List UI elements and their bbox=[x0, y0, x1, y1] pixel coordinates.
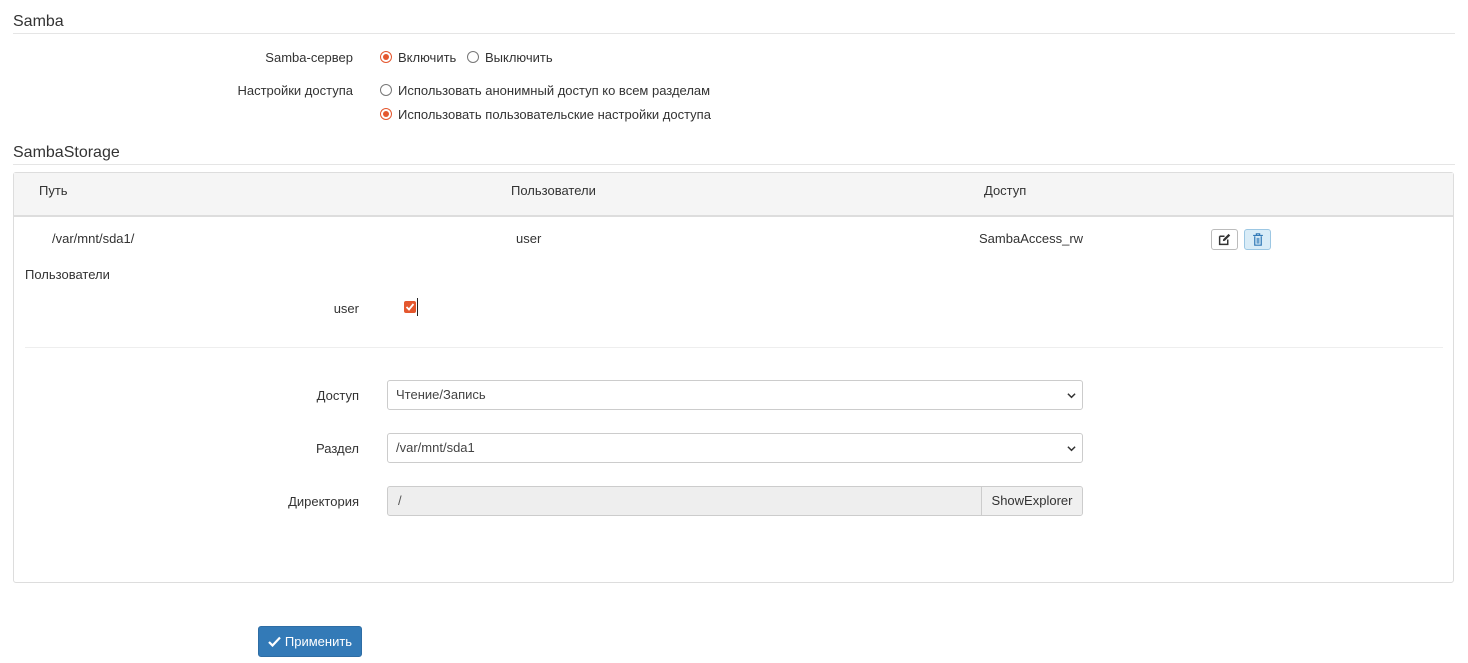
chevron-down-icon bbox=[1067, 393, 1076, 399]
user-checkbox-label: user bbox=[333, 301, 359, 316]
trash-icon bbox=[1252, 233, 1263, 246]
access-select[interactable]: Чтение/Запись bbox=[387, 380, 1083, 410]
chevron-down-icon bbox=[1067, 446, 1076, 452]
storage-table-panel: Путь Пользователи Доступ /var/mnt/sda1 / … bbox=[13, 172, 1454, 583]
access-select-value: Чтение/Запись bbox=[396, 387, 486, 402]
row-path: /var/mnt/sda1/ bbox=[52, 231, 135, 246]
row-access: SambaAccess_rw bbox=[979, 231, 1084, 246]
samba-server-label: Samba-сервер bbox=[265, 50, 353, 65]
server-disable-label[interactable]: Выключить bbox=[485, 50, 553, 65]
server-disable-radio[interactable] bbox=[467, 51, 479, 63]
anonymous-access-radio[interactable] bbox=[380, 84, 392, 96]
apply-button[interactable]: Применить bbox=[258, 626, 362, 657]
access-select-label: Доступ bbox=[316, 388, 359, 403]
directory-input-group: / ShowExplorer bbox=[387, 486, 1083, 516]
edit-icon bbox=[1218, 233, 1231, 246]
directory-label: Директория bbox=[288, 494, 359, 509]
delete-row-button[interactable] bbox=[1244, 229, 1271, 250]
user-checkbox[interactable] bbox=[404, 301, 416, 313]
server-enable-label[interactable]: Включить bbox=[398, 50, 456, 65]
column-header-access[interactable]: Доступ bbox=[984, 183, 1026, 198]
server-enable-radio[interactable] bbox=[380, 51, 392, 63]
partition-select-value: /var/mnt/sda1 bbox=[396, 440, 475, 455]
text-cursor bbox=[417, 298, 418, 316]
partition-select-label: Раздел bbox=[316, 441, 359, 456]
show-explorer-button[interactable]: ShowExplorer bbox=[981, 487, 1082, 515]
row-users: user bbox=[516, 231, 542, 246]
edit-row-button[interactable] bbox=[1211, 229, 1238, 250]
check-icon bbox=[405, 303, 415, 311]
directory-input[interactable]: / bbox=[398, 487, 402, 515]
column-header-path[interactable]: Путь bbox=[39, 183, 68, 198]
editor-divider bbox=[25, 347, 1443, 348]
storage-table-header: Путь Пользователи Доступ bbox=[14, 173, 1453, 217]
users-heading: Пользователи bbox=[25, 267, 110, 282]
column-header-users[interactable]: Пользователи bbox=[511, 183, 596, 198]
check-icon bbox=[268, 636, 281, 647]
storage-divider bbox=[13, 164, 1455, 165]
user-access-radio[interactable] bbox=[380, 108, 392, 120]
partition-select[interactable]: /var/mnt/sda1 bbox=[387, 433, 1083, 463]
apply-button-label: Применить bbox=[284, 634, 353, 649]
samba-section-title: Samba bbox=[13, 13, 64, 30]
user-access-label[interactable]: Использовать пользовательские настройки … bbox=[398, 107, 711, 122]
anonymous-access-label[interactable]: Использовать анонимный доступ ко всем ра… bbox=[398, 83, 710, 98]
samba-divider bbox=[13, 33, 1455, 34]
access-settings-label: Настройки доступа bbox=[237, 83, 353, 98]
storage-section-title: SambaStorage bbox=[13, 144, 120, 161]
